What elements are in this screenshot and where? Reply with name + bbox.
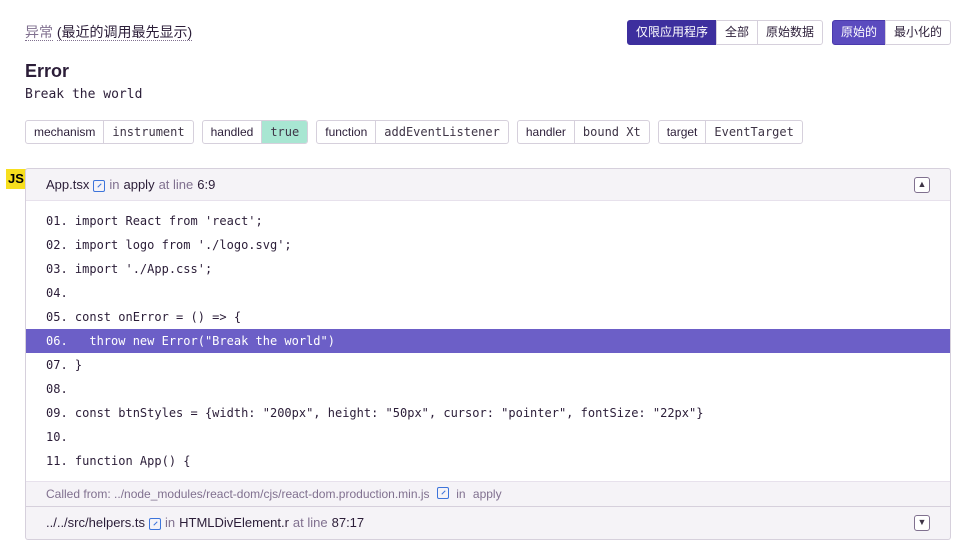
external-link-icon[interactable] (436, 487, 449, 499)
error-type: Error (25, 61, 70, 81)
frame-line-number: 6:9 (197, 177, 216, 192)
code-context: 01. import React from 'react'; 02. impor… (26, 201, 950, 481)
stack-frame: App.tsx in apply at line 6:9 ▲ 01. impor… (25, 168, 951, 507)
code-line-active: 06. throw new Error("Break the world") (26, 329, 950, 353)
frame-in-label: in (109, 177, 120, 192)
tag-value: true (262, 121, 308, 143)
frame-filename: ../../src/helpers.ts (46, 515, 145, 530)
called-from-function: apply (472, 487, 502, 501)
code-line: 03. import './App.css'; (46, 262, 213, 276)
tag-key: handler (518, 121, 575, 143)
code-line: 01. import React from 'react'; (46, 214, 263, 228)
chevron-up-icon[interactable]: ▲ (914, 177, 930, 193)
tag-function: function addEventListener (316, 120, 509, 144)
code-line: 02. import logo from './logo.svg'; (46, 238, 292, 252)
tag-key: function (317, 121, 377, 143)
external-link-icon[interactable] (148, 517, 161, 530)
code-line: 09. const btnStyles = {width: "200px", h… (46, 406, 704, 420)
stack-frame: ../../src/helpers.ts in HTMLDivElement.r… (25, 507, 951, 540)
frame-filename: App.tsx (46, 177, 90, 192)
frame-at-line-label: at line (158, 177, 194, 192)
tag-mechanism: mechanism instrument (25, 120, 194, 144)
exception-header: 异常 (最近的调用最先显示) (25, 22, 193, 42)
called-from-label: Called from: (46, 487, 111, 501)
tag-value: instrument (112, 125, 185, 139)
frame-header[interactable]: ../../src/helpers.ts in HTMLDivElement.r… (26, 507, 950, 538)
tag-key: handled (203, 121, 263, 143)
code-line: 04. (46, 286, 68, 300)
frame-at-line-label: at line (292, 515, 328, 530)
frame-in-label: in (164, 515, 176, 530)
called-from-path: ../node_modules/react-dom/cjs/react-dom.… (114, 487, 430, 501)
minified-button[interactable]: 最小化的 (885, 20, 952, 45)
tag-value: addEventListener (384, 125, 500, 139)
frame-function: HTMLDivElement.r (179, 515, 289, 530)
javascript-platform-icon: JS (6, 169, 26, 189)
frame-line-number: 87:17 (331, 515, 365, 530)
tag-target: target EventTarget (657, 120, 803, 144)
code-line: 08. (46, 382, 68, 396)
tag-handled: handled true (201, 120, 309, 144)
tag-handler: handler bound Xt (516, 120, 650, 144)
code-line: 07. } (46, 358, 83, 372)
original-button[interactable]: 原始的 (832, 20, 887, 45)
tag-key: mechanism (26, 121, 105, 143)
mechanism-tags: mechanism instrument handled true functi… (25, 120, 811, 144)
called-from: Called from: ../node_modules/react-dom/c… (26, 481, 950, 506)
code-line: 11. function App() { (46, 454, 191, 468)
stack-order-toggle: 原始的 最小化的 (832, 20, 952, 45)
exception-label: 异常 (25, 24, 53, 41)
external-link-icon[interactable] (93, 179, 106, 192)
chevron-down-icon[interactable]: ▼ (914, 515, 930, 531)
frame-filter-toggle: 仅限应用程序 全部 原始数据 (627, 20, 824, 45)
called-from-in-label: in (456, 487, 466, 501)
full-button[interactable]: 全部 (716, 20, 759, 45)
frame-function: apply (123, 177, 155, 192)
code-line: 10. (46, 430, 68, 444)
frame-header[interactable]: App.tsx in apply at line 6:9 ▲ (26, 169, 950, 201)
tag-value: EventTarget (714, 125, 794, 139)
error-message: Break the world (25, 87, 143, 102)
code-line: 05. const onError = () => { (46, 310, 242, 324)
tag-key: target (659, 121, 707, 143)
app-only-button[interactable]: 仅限应用程序 (627, 20, 718, 45)
tag-value: bound Xt (582, 125, 641, 139)
raw-button[interactable]: 原始数据 (757, 20, 824, 45)
exception-note: (最近的调用最先显示) (56, 24, 193, 41)
